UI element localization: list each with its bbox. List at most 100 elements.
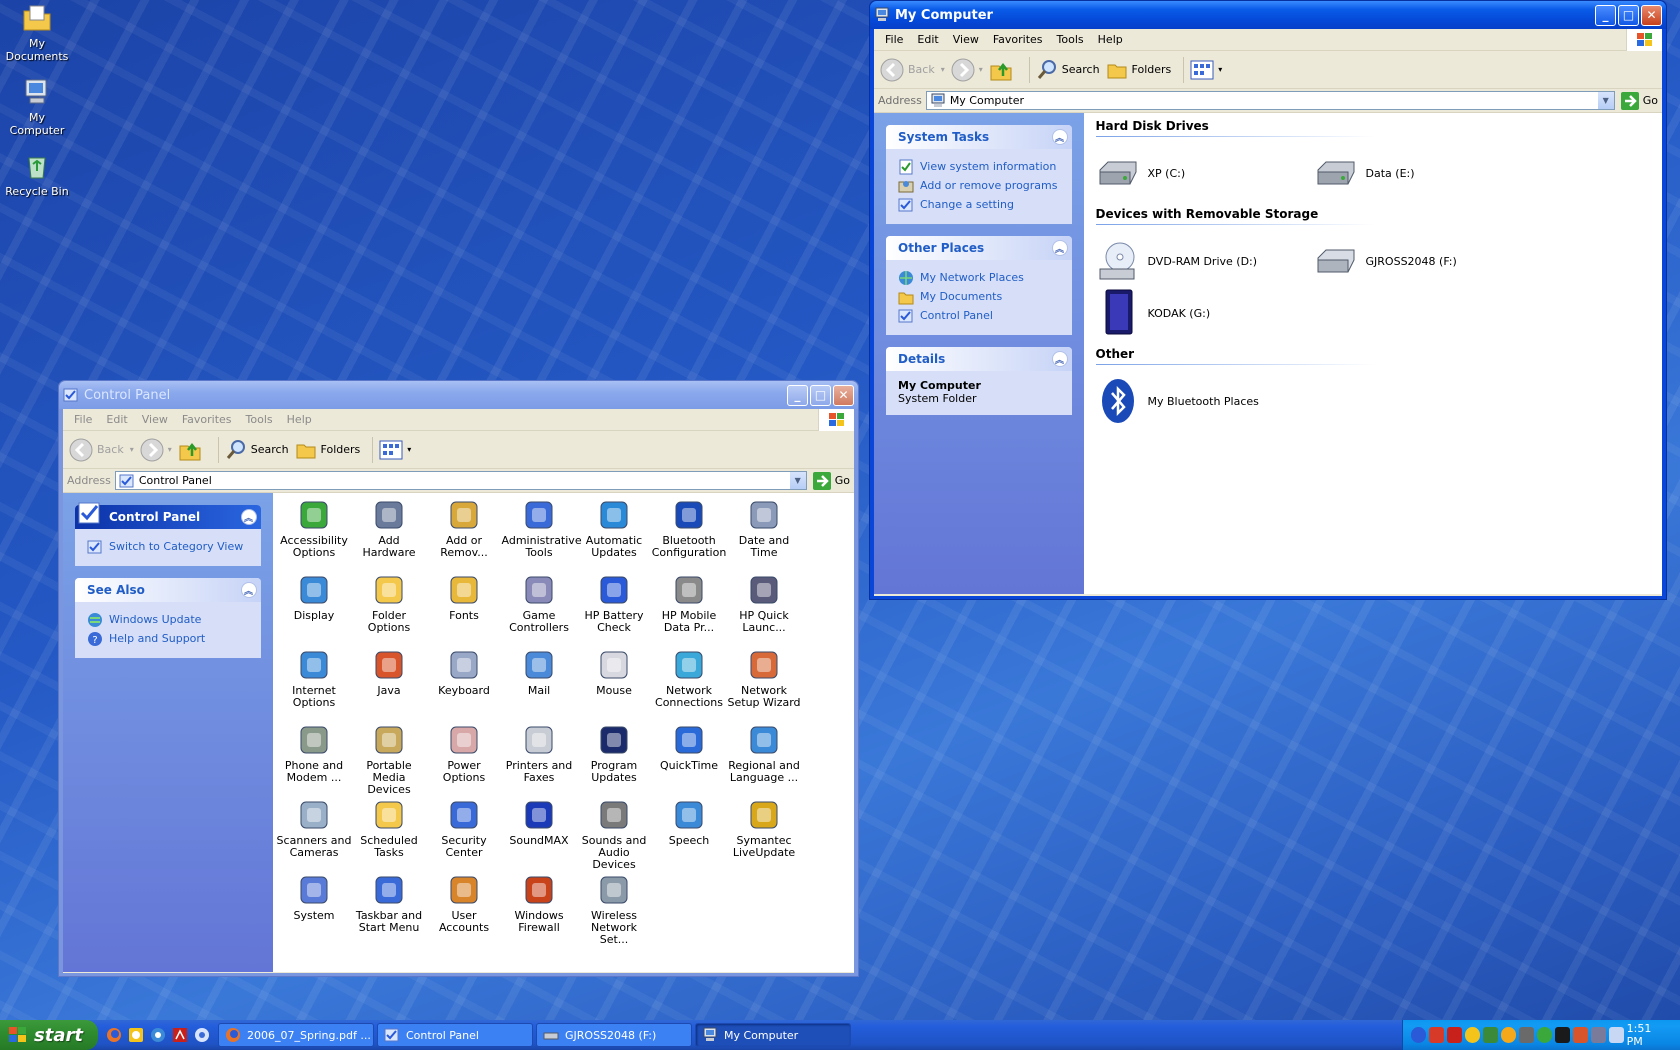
control-panel-item[interactable]: Sounds and Audio Devices: [577, 797, 652, 872]
taskbar-item-gjross2048[interactable]: GJROSS2048 (F:): [536, 1023, 692, 1047]
tray-app-icon[interactable]: [1554, 1027, 1570, 1043]
change-a-setting-link[interactable]: Change a setting: [898, 195, 1062, 214]
control-panel-item[interactable]: Administrative Tools: [502, 497, 582, 572]
title-bar[interactable]: My Computer _ □ ✕: [870, 1, 1666, 29]
control-panel-item[interactable]: Accessibility Options: [277, 497, 352, 572]
help-and-support-link[interactable]: ? Help and Support: [87, 629, 251, 648]
back-button[interactable]: Back ▾: [69, 438, 134, 462]
menu-tools[interactable]: Tools: [239, 413, 280, 426]
control-panel-item[interactable]: Program Updates: [577, 722, 652, 797]
tray-security-icon[interactable]: [1446, 1027, 1462, 1043]
menu-file[interactable]: File: [878, 33, 910, 46]
menu-view[interactable]: View: [135, 413, 175, 426]
menu-file[interactable]: File: [67, 413, 99, 426]
control-panel-item[interactable]: Speech: [652, 797, 727, 872]
menu-help[interactable]: Help: [280, 413, 319, 426]
tray-antivirus-icon[interactable]: [1428, 1027, 1444, 1043]
menu-favorites[interactable]: Favorites: [986, 33, 1050, 46]
go-button[interactable]: Go: [812, 471, 850, 490]
address-input[interactable]: My Computer ▼: [925, 91, 1615, 110]
control-panel-item[interactable]: User Accounts: [427, 872, 502, 947]
panel-header[interactable]: Details ︽: [886, 347, 1072, 371]
control-panel-item[interactable]: Network Connections: [652, 647, 727, 722]
media-icon[interactable]: [150, 1027, 166, 1043]
control-panel-item[interactable]: Scheduled Tasks: [352, 797, 427, 872]
minimize-button[interactable]: _: [1595, 4, 1616, 26]
control-panel-item[interactable]: Printers and Faxes: [502, 722, 577, 797]
control-panel-item[interactable]: SoundMAX: [502, 797, 577, 872]
up-folder-button[interactable]: [989, 58, 1017, 82]
menu-help[interactable]: Help: [1091, 33, 1130, 46]
menu-edit[interactable]: Edit: [99, 413, 134, 426]
control-panel-item[interactable]: HP Battery Check: [577, 572, 652, 647]
menu-favorites[interactable]: Favorites: [175, 413, 239, 426]
search-button[interactable]: Search: [1036, 59, 1100, 81]
control-panel-link[interactable]: Control Panel: [898, 306, 1062, 325]
control-panel-item[interactable]: Scanners and Cameras: [277, 797, 352, 872]
my-documents-link[interactable]: My Documents: [898, 287, 1062, 306]
back-button[interactable]: Back ▾: [880, 58, 945, 82]
collapse-icon[interactable]: ︽: [240, 509, 257, 525]
desktop-icon-recycle-bin[interactable]: Recycle Bin: [0, 150, 74, 198]
taskbar-item-control-panel[interactable]: Control Panel: [377, 1023, 533, 1047]
control-panel-item[interactable]: Mouse: [577, 647, 652, 722]
control-panel-item[interactable]: Keyboard: [427, 647, 502, 722]
panel-header[interactable]: See Also ︽: [75, 578, 261, 602]
windows-update-link[interactable]: Windows Update: [87, 610, 251, 629]
control-panel-item[interactable]: Mail: [502, 647, 577, 722]
maximize-button[interactable]: □: [810, 384, 831, 406]
tray-monitor-icon[interactable]: [1590, 1027, 1606, 1043]
address-dropdown-button[interactable]: ▼: [789, 472, 806, 489]
tray-speed-icon[interactable]: [1464, 1027, 1480, 1043]
taskbar-item-pdf[interactable]: 2006_07_Spring.pdf ...: [218, 1023, 374, 1047]
menu-view[interactable]: View: [946, 33, 986, 46]
address-dropdown-button[interactable]: ▼: [1597, 92, 1614, 109]
menu-tools[interactable]: Tools: [1050, 33, 1091, 46]
control-panel-item[interactable]: Portable Media Devices: [352, 722, 427, 797]
tray-network-icon[interactable]: [1482, 1027, 1498, 1043]
desktop-icon-my-computer[interactable]: My Computer: [0, 76, 74, 137]
collapse-icon[interactable]: ︽: [1051, 129, 1068, 145]
views-button[interactable]: ▾: [1190, 60, 1222, 80]
folders-button[interactable]: Folders: [1106, 59, 1171, 81]
control-panel-item[interactable]: Power Options: [427, 722, 502, 797]
pdf-icon[interactable]: [172, 1027, 188, 1043]
tray-update-icon[interactable]: [1500, 1027, 1516, 1043]
control-panel-item[interactable]: HP Quick Launc...: [727, 572, 802, 647]
clock[interactable]: 1:51 PM: [1627, 1022, 1668, 1048]
control-panel-item[interactable]: Regional and Language ...: [727, 722, 802, 797]
forward-button[interactable]: ▾: [951, 58, 983, 82]
maximize-button[interactable]: □: [1618, 4, 1639, 26]
search-button[interactable]: Search: [225, 439, 289, 461]
control-panel-window[interactable]: Control Panel _ □ ✕ File Edit View Favor…: [58, 380, 859, 977]
tray-media-icon[interactable]: [1572, 1027, 1588, 1043]
collapse-icon[interactable]: ︽: [1051, 240, 1068, 256]
drive-gjross2048-f[interactable]: GJROSS2048 (F:): [1314, 235, 1532, 287]
collapse-icon[interactable]: ︽: [240, 582, 257, 598]
control-panel-item[interactable]: Display: [277, 572, 352, 647]
drive-kodak-g[interactable]: KODAK (G:): [1096, 287, 1314, 339]
folders-button[interactable]: Folders: [295, 439, 360, 461]
close-button[interactable]: ✕: [833, 384, 854, 406]
control-panel-item[interactable]: Bluetooth Configuration: [652, 497, 727, 572]
tray-display-icon[interactable]: [1518, 1027, 1534, 1043]
browser-icon[interactable]: [128, 1027, 144, 1043]
collapse-icon[interactable]: ︽: [1051, 351, 1068, 367]
control-panel-item[interactable]: Java: [352, 647, 427, 722]
desktop-icon-my-documents[interactable]: My Documents: [0, 2, 74, 63]
tray-volume-icon[interactable]: [1608, 1027, 1624, 1043]
close-button[interactable]: ✕: [1641, 4, 1662, 26]
tray-expand-icon[interactable]: [1411, 1027, 1426, 1043]
control-panel-item[interactable]: System: [277, 872, 352, 947]
go-button[interactable]: Go: [1620, 91, 1658, 110]
control-panel-item[interactable]: HP Mobile Data Pr...: [652, 572, 727, 647]
control-panel-item[interactable]: Network Setup Wizard: [727, 647, 802, 722]
switch-category-view-link[interactable]: Switch to Category View: [87, 537, 251, 556]
show-desktop-icon[interactable]: [194, 1027, 210, 1043]
control-panel-item[interactable]: Fonts: [427, 572, 502, 647]
menu-edit[interactable]: Edit: [910, 33, 945, 46]
control-panel-item[interactable]: Add Hardware: [352, 497, 427, 572]
drive-data-e[interactable]: Data (E:): [1314, 147, 1532, 199]
panel-header[interactable]: Control Panel ︽: [75, 502, 261, 529]
control-panel-item[interactable]: Add or Remov...: [427, 497, 502, 572]
